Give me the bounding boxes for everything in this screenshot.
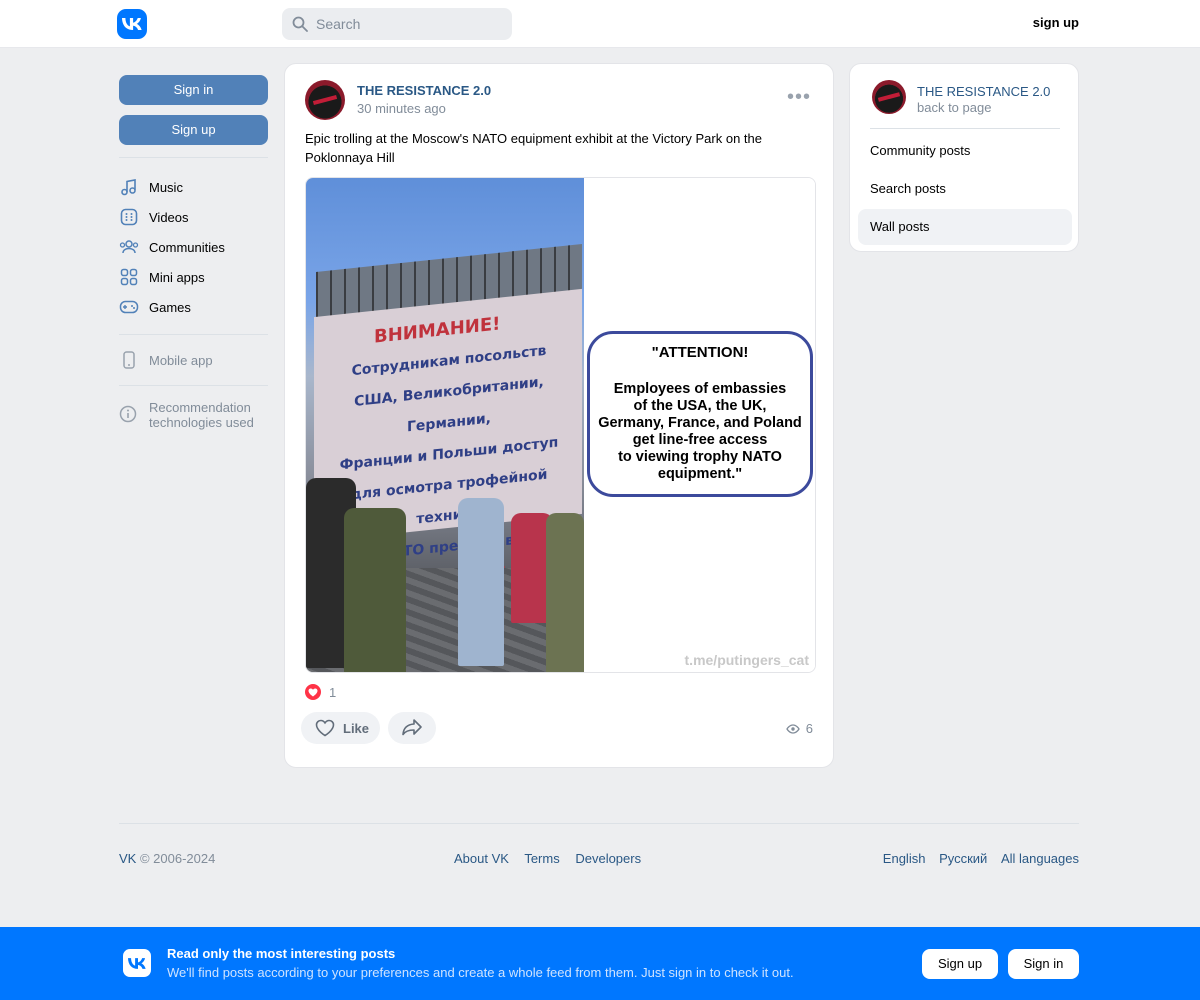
watermark: t.me/putingers_cat [684,652,809,668]
side-item-wall-posts[interactable]: Wall posts [858,209,1072,245]
communities-icon [119,237,139,257]
copyright-text: © 2006-2024 [139,851,216,866]
sidebar-item-music[interactable]: Music [119,172,268,202]
back-to-page-link[interactable]: back to page [917,100,991,115]
sign-up-button[interactable]: Sign up [119,115,268,145]
post-timestamp[interactable]: 30 minutes ago [357,101,446,116]
reactions-count: 1 [329,684,337,700]
mini-apps-icon [119,267,139,287]
top-header: sign up [0,0,1200,48]
soldier [344,508,406,672]
banner-title: Read only the most interesting posts [167,946,396,961]
share-icon [401,718,423,739]
side-item-search-posts[interactable]: Search posts [858,171,1072,207]
post-text: Epic trolling at the Moscow's NATO equip… [305,131,762,165]
sidebar-item-communities[interactable]: Communities [119,232,268,262]
side-item-community-posts[interactable]: Community posts [858,133,1072,169]
like-label: Like [343,720,370,736]
header-signup-link[interactable]: sign up [1033,15,1079,30]
soldier [546,513,584,672]
videos-icon [119,207,139,227]
banner-text: We'll find posts according to your prefe… [167,965,794,980]
heart-outline-icon [315,719,335,737]
divider [119,334,268,335]
views-count: 6 [805,721,813,736]
sidebar-item-label: Videos [149,209,189,225]
community-name-link[interactable]: THE RESISTANCE 2.0 [917,84,1050,99]
recommendation-info-link[interactable]: Recommendation technologies used [119,400,268,430]
language-english[interactable]: English [883,851,926,866]
more-options-icon[interactable]: ••• [787,87,811,107]
footer-languages: English Русский All languages [873,851,1079,866]
divider [119,385,268,386]
footer-links: About VK Terms Developers [454,851,653,866]
left-sidebar: Sign in Sign up Music Videos Communities… [119,75,268,430]
search-input[interactable] [316,8,506,40]
sidebar-item-label: Communities [149,239,225,255]
translation-panel: "ATTENTION! Employees of embassies of th… [584,178,815,672]
footer-link-developers[interactable]: Developers [575,851,641,866]
language-all[interactable]: All languages [1001,851,1079,866]
music-note-icon [119,177,139,197]
signup-banner: Read only the most interesting posts We'… [0,927,1200,1000]
eye-icon [786,723,800,734]
sidebar-item-videos[interactable]: Videos [119,202,268,232]
language-russian[interactable]: Русский [939,851,987,866]
bubble-line: to viewing trophy NATO [618,449,782,465]
footer-brand: VK [119,851,137,866]
like-button[interactable]: Like [301,712,380,744]
vk-logo-icon [123,949,151,977]
sidebar-item-label: Games [149,299,191,315]
person [458,498,504,666]
bubble-title: "ATTENTION! [651,344,749,361]
post-image[interactable]: ВНИМАНИЕ! Сотрудникам посольств США, Вел… [305,177,816,673]
search-icon [292,16,308,35]
bubble-line: Germany, France, and Poland [598,415,802,431]
bubble-line: get line-free access [632,432,768,448]
sidebar-item-label: Mini apps [149,269,205,285]
page-footer: VK © 2006-2024 About VK Terms Developers… [119,851,1079,866]
search-box[interactable] [282,8,512,40]
side-menu: Community posts Search posts Wall posts [858,133,1072,247]
translation-bubble: "ATTENTION! Employees of embassies of th… [587,331,813,497]
post-card: THE RESISTANCE 2.0 30 minutes ago ••• Ep… [284,63,834,768]
sidebar-item-mini-apps[interactable]: Mini apps [119,262,268,292]
sidebar-item-label: Mobile app [149,352,213,368]
divider [119,157,268,158]
bubble-line: of the USA, the UK, [633,398,767,414]
sidebar-item-mobile-app[interactable]: Mobile app [119,345,268,375]
smartphone-icon [119,350,139,370]
info-icon [119,400,139,426]
bubble-line: Employees of embassies [613,381,787,397]
banner-sign-up-button[interactable]: Sign up [922,949,998,979]
community-side-card: THE RESISTANCE 2.0 back to page Communit… [849,63,1079,252]
copyright: VK © 2006-2024 [119,851,215,866]
divider [870,128,1060,129]
vk-logo-icon[interactable] [117,9,147,39]
sign-in-button[interactable]: Sign in [119,75,268,105]
photo-of-sign: ВНИМАНИЕ! Сотрудникам посольств США, Вел… [306,178,584,672]
community-avatar[interactable] [305,80,345,120]
share-button[interactable] [388,712,436,744]
sidebar-item-games[interactable]: Games [119,292,268,322]
bubble-body: Employees of embassies of the USA, the U… [590,381,810,483]
gamepad-icon [119,297,139,317]
sidebar-item-label: Music [149,179,183,195]
community-avatar[interactable] [872,80,906,114]
banner-sign-in-button[interactable]: Sign in [1008,949,1079,979]
recommendation-label: Recommendation technologies used [149,400,254,430]
views-counter: 6 [786,721,813,736]
post-author-link[interactable]: THE RESISTANCE 2.0 [357,83,491,98]
reactions-summary[interactable]: 1 [305,684,336,700]
footer-link-about[interactable]: About VK [454,851,509,866]
bubble-line: equipment." [657,466,743,482]
footer-divider [119,823,1079,824]
footer-link-terms[interactable]: Terms [524,851,559,866]
heart-reaction-icon [305,684,321,700]
